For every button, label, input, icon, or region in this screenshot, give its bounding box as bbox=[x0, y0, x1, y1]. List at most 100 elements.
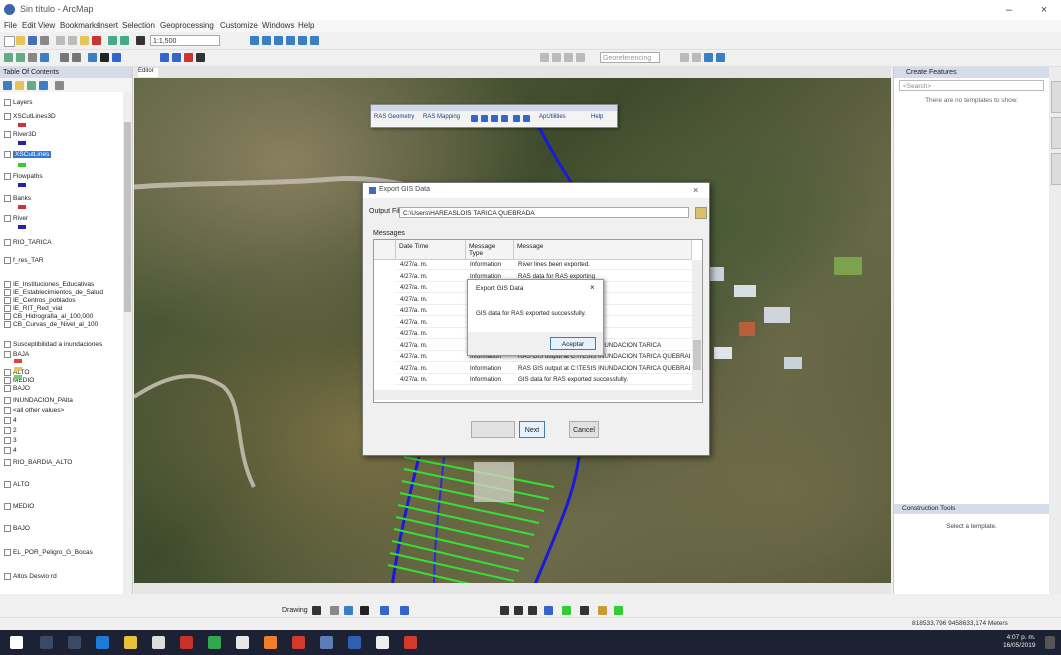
chrome-icon[interactable] bbox=[208, 636, 221, 649]
toc-layer-item[interactable]: f_res_TAR bbox=[4, 257, 44, 264]
edge-icon[interactable] bbox=[96, 636, 109, 649]
toc-layer-item[interactable]: IE_Instituciones_Educativas bbox=[4, 281, 94, 288]
toc-layer-item[interactable]: ALTO bbox=[4, 481, 29, 488]
toc-layer-item[interactable]: CB_Hidrografia_al_100,000 bbox=[4, 313, 93, 320]
menu-windows[interactable]: Windows bbox=[262, 21, 294, 30]
layer-visibility-checkbox[interactable] bbox=[4, 573, 11, 580]
ras-mapping-menu[interactable]: RAS Mapping bbox=[423, 114, 460, 120]
layer-visibility-checkbox[interactable] bbox=[4, 313, 11, 320]
catalog-icon[interactable] bbox=[262, 36, 271, 45]
table-row[interactable]: 4/27/a. m. Information GIS data for RAS ex… bbox=[396, 375, 702, 385]
add-data-icon[interactable] bbox=[136, 36, 145, 45]
select-elements-icon[interactable] bbox=[312, 606, 321, 615]
scale-combo[interactable]: 1:1,500 bbox=[150, 35, 220, 46]
layout-tool-4[interactable] bbox=[716, 53, 725, 62]
editor-icon[interactable] bbox=[250, 36, 259, 45]
back-button[interactable] bbox=[471, 421, 515, 438]
windows-start-icon[interactable] bbox=[10, 636, 23, 649]
toc-layer-item[interactable]: <all other values> bbox=[4, 407, 64, 414]
menu-customize[interactable]: Customize bbox=[220, 21, 258, 30]
column-header-type[interactable]: Message Type bbox=[466, 240, 514, 260]
layer-visibility-checkbox[interactable] bbox=[4, 305, 11, 312]
toc-layer-item[interactable]: BAJO bbox=[4, 385, 30, 392]
ras-tool-5-icon[interactable] bbox=[513, 115, 520, 122]
popup-ok-button[interactable]: Aceptar bbox=[550, 337, 596, 350]
html-popup-icon[interactable] bbox=[196, 53, 205, 62]
toc-options-icon[interactable] bbox=[55, 81, 64, 90]
toc-scroll-thumb[interactable] bbox=[124, 122, 131, 312]
toc-layer-item[interactable]: Layers bbox=[4, 99, 33, 106]
cut-icon[interactable] bbox=[56, 36, 65, 45]
layer-visibility-checkbox[interactable] bbox=[4, 297, 11, 304]
file-explorer-icon[interactable] bbox=[124, 636, 137, 649]
layer-visibility-checkbox[interactable] bbox=[4, 459, 11, 466]
italic-icon[interactable] bbox=[514, 606, 523, 615]
layer-visibility-checkbox[interactable] bbox=[4, 437, 11, 444]
georef-tool-1[interactable] bbox=[540, 53, 549, 62]
toc-layer-item[interactable]: Susceptibilidad a inundaciones bbox=[4, 341, 102, 348]
new-icon[interactable] bbox=[4, 36, 15, 47]
dialog-close-icon[interactable]: × bbox=[693, 185, 698, 195]
underline-icon[interactable] bbox=[528, 606, 537, 615]
zoom-out-icon[interactable] bbox=[16, 53, 25, 62]
toc-layer-item[interactable]: RIO_BARDIA_ALTO bbox=[4, 459, 72, 466]
layer-visibility-checkbox[interactable] bbox=[4, 417, 11, 424]
toc-layer-item[interactable]: 2 bbox=[4, 427, 17, 434]
layer-visibility-checkbox[interactable] bbox=[4, 385, 11, 392]
layout-tool-3[interactable] bbox=[704, 53, 713, 62]
column-header-message[interactable]: Message bbox=[514, 240, 692, 260]
full-extent-icon[interactable] bbox=[40, 53, 49, 62]
layer-visibility-checkbox[interactable] bbox=[4, 257, 11, 264]
menu-view[interactable]: View bbox=[38, 21, 55, 30]
layer-visibility-checkbox[interactable] bbox=[4, 215, 11, 222]
save-icon[interactable] bbox=[28, 36, 37, 45]
powerpoint-icon[interactable] bbox=[180, 636, 193, 649]
app-icon-2[interactable] bbox=[376, 636, 389, 649]
arcmap-taskbar-icon[interactable] bbox=[320, 636, 333, 649]
cancel-button[interactable]: Cancel bbox=[569, 421, 599, 438]
font-color-icon[interactable] bbox=[544, 606, 553, 615]
undo-icon[interactable] bbox=[108, 36, 117, 45]
layer-visibility-checkbox[interactable] bbox=[4, 447, 11, 454]
output-file-field[interactable]: C:\Users\HAREASLOIS TARICA QUEBRADA bbox=[399, 207, 689, 218]
menu-file[interactable]: File bbox=[4, 21, 17, 30]
toc-layer-item[interactable]: 4 bbox=[4, 447, 17, 454]
font-size-icon[interactable] bbox=[400, 606, 409, 615]
toc-layer-item[interactable]: River bbox=[4, 215, 28, 222]
toc-layer-item[interactable]: RIO_TARICA bbox=[4, 239, 52, 246]
menu-insert[interactable]: Insert bbox=[98, 21, 118, 30]
text-icon[interactable] bbox=[360, 606, 369, 615]
shadow-color-icon[interactable] bbox=[614, 606, 623, 615]
fill-color-icon[interactable] bbox=[562, 606, 571, 615]
notifications-icon[interactable] bbox=[1045, 636, 1055, 649]
messages-hscrollbar[interactable] bbox=[374, 390, 702, 400]
toc-layer-item[interactable]: IE_Centros_poblados bbox=[4, 297, 76, 304]
toc-layer-item[interactable]: BAJA bbox=[4, 351, 29, 358]
store-icon[interactable] bbox=[152, 636, 165, 649]
acrobat-icon[interactable] bbox=[292, 636, 305, 649]
ras-geometry-menu[interactable]: RAS Geometry bbox=[374, 114, 414, 120]
ras-tool-4-icon[interactable] bbox=[501, 115, 508, 122]
close-button[interactable]: × bbox=[1030, 2, 1058, 18]
help-menu[interactable]: Help bbox=[591, 114, 603, 120]
messages-vscrollbar[interactable] bbox=[692, 260, 702, 390]
toc-layer-item[interactable]: BAJO bbox=[4, 525, 30, 532]
toc-layer-item[interactable]: 4 bbox=[4, 417, 17, 424]
drawing-menu[interactable]: Drawing bbox=[282, 607, 308, 614]
font-icon[interactable] bbox=[380, 606, 389, 615]
popup-close-icon[interactable]: × bbox=[590, 283, 595, 292]
layer-visibility-checkbox[interactable] bbox=[4, 503, 11, 510]
hyperlink-icon[interactable] bbox=[184, 53, 193, 62]
bold-icon[interactable] bbox=[500, 606, 509, 615]
zoom-in-icon[interactable] bbox=[4, 53, 13, 62]
layer-visibility-checkbox[interactable] bbox=[4, 377, 11, 384]
modelbuilder-icon[interactable] bbox=[310, 36, 319, 45]
layer-visibility-checkbox[interactable] bbox=[4, 351, 11, 358]
toc-layer-item[interactable]: INUNDACION_PAlta bbox=[4, 397, 73, 404]
layer-visibility-checkbox[interactable] bbox=[4, 99, 11, 106]
column-header-date[interactable]: Date Time bbox=[396, 240, 466, 260]
minimize-button[interactable]: – bbox=[995, 2, 1023, 18]
layer-visibility-checkbox[interactable] bbox=[4, 131, 11, 138]
search-window-icon[interactable] bbox=[274, 36, 283, 45]
layer-visibility-checkbox[interactable] bbox=[4, 369, 11, 376]
